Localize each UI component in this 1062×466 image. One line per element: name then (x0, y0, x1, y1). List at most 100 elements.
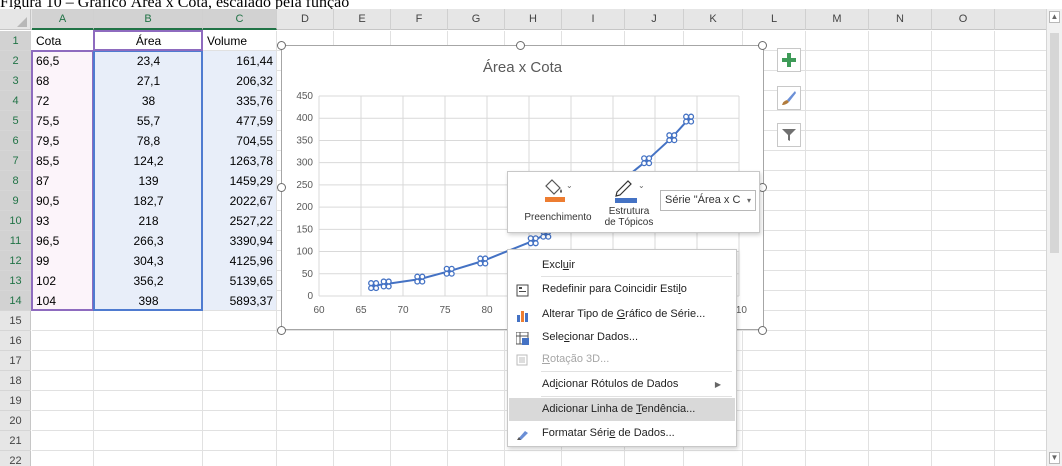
data-cell[interactable]: 23,4 (94, 51, 203, 71)
data-cell[interactable]: 356,2 (94, 271, 203, 291)
data-point-marker[interactable] (527, 235, 539, 247)
row-header-17[interactable]: 17 (0, 351, 31, 371)
resize-handle-top[interactable] (516, 41, 525, 50)
header-cell[interactable]: Volume (203, 31, 277, 51)
row-header-8[interactable]: 8 (0, 171, 31, 191)
outline-button-label-1[interactable]: Estrutura (598, 206, 660, 217)
row-header-11[interactable]: 11 (0, 231, 31, 251)
row-header-22[interactable]: 22 (0, 451, 31, 466)
fill-bucket-icon[interactable]: ⌄ (544, 178, 576, 204)
scroll-up-icon[interactable]: ▲ (1049, 11, 1060, 23)
row-header-3[interactable]: 3 (0, 71, 31, 91)
column-header-n[interactable]: N (869, 9, 932, 30)
data-cell[interactable]: 218 (94, 211, 203, 231)
context-menu-item[interactable]: Redefinir para Coincidir Estilo (509, 278, 735, 301)
data-point-marker[interactable] (666, 132, 678, 144)
column-header-l[interactable]: L (743, 9, 806, 30)
row-header-5[interactable]: 5 (0, 111, 31, 131)
context-menu-item[interactable]: Formatar Série de Dados... (509, 422, 735, 445)
data-cell[interactable]: 104 (32, 291, 94, 311)
row-header-4[interactable]: 4 (0, 91, 31, 111)
data-cell[interactable]: 4125,96 (203, 251, 277, 271)
data-cell[interactable]: 66,5 (32, 51, 94, 71)
row-header-15[interactable]: 15 (0, 311, 31, 331)
chart-styles-button[interactable] (777, 86, 801, 110)
data-cell[interactable]: 79,5 (32, 131, 94, 151)
row-header-10[interactable]: 10 (0, 211, 31, 231)
vertical-scrollbar[interactable]: ▲ ▼ (1046, 9, 1062, 466)
data-point-marker[interactable] (414, 273, 426, 285)
row-header-13[interactable]: 13 (0, 271, 31, 291)
data-point-marker[interactable] (380, 278, 392, 290)
data-cell[interactable]: 68 (32, 71, 94, 91)
column-header-m[interactable]: M (806, 9, 869, 30)
column-header-g[interactable]: G (448, 9, 505, 30)
data-cell[interactable]: 398 (94, 291, 203, 311)
data-cell[interactable]: 5139,65 (203, 271, 277, 291)
context-menu-item[interactable]: Adicionar Rótulos de Dados ▶ (509, 373, 735, 396)
row-header-2[interactable]: 2 (0, 51, 31, 71)
row-header-14[interactable]: 14 (0, 291, 31, 311)
row-header-12[interactable]: 12 (0, 251, 31, 271)
column-header-f[interactable]: F (391, 9, 448, 30)
row-header-16[interactable]: 16 (0, 331, 31, 351)
row-header-19[interactable]: 19 (0, 391, 31, 411)
row-header-21[interactable]: 21 (0, 431, 31, 451)
data-cell[interactable]: 38 (94, 91, 203, 111)
outline-button-label-2[interactable]: de Tópicos (598, 217, 660, 228)
data-cell[interactable]: 206,32 (203, 71, 277, 91)
chart-filters-button[interactable] (777, 123, 801, 147)
column-header-k[interactable]: K (684, 9, 743, 30)
data-cell[interactable]: 1263,78 (203, 151, 277, 171)
data-cell[interactable]: 1459,29 (203, 171, 277, 191)
data-cell[interactable]: 124,2 (94, 151, 203, 171)
data-cell[interactable]: 27,1 (94, 71, 203, 91)
column-header-i[interactable]: I (562, 9, 625, 30)
scroll-thumb[interactable] (1050, 33, 1059, 253)
row-header-6[interactable]: 6 (0, 131, 31, 151)
data-cell[interactable]: 3390,94 (203, 231, 277, 251)
data-point-marker[interactable] (683, 113, 695, 125)
data-cell[interactable]: 78,8 (94, 131, 203, 151)
header-cell[interactable]: Cota (32, 31, 94, 51)
column-header-c[interactable]: C (203, 9, 277, 30)
context-menu-item[interactable]: Adicionar Linha de Tendência... (509, 398, 735, 421)
data-cell[interactable]: 75,5 (32, 111, 94, 131)
resize-handle-bottom-left[interactable] (277, 326, 286, 335)
data-cell[interactable]: 55,7 (94, 111, 203, 131)
resize-handle-left[interactable] (277, 183, 286, 192)
context-menu-item[interactable]: Excluir (509, 254, 735, 277)
resize-handle-bottom-right[interactable] (758, 326, 767, 335)
data-cell[interactable]: 87 (32, 171, 94, 191)
data-point-marker[interactable] (641, 155, 653, 167)
row-header-18[interactable]: 18 (0, 371, 31, 391)
data-cell[interactable]: 477,59 (203, 111, 277, 131)
data-cell[interactable]: 139 (94, 171, 203, 191)
data-cell[interactable]: 96,5 (32, 231, 94, 251)
outline-pencil-icon[interactable]: ⌄ (614, 178, 648, 204)
data-point-marker[interactable] (443, 265, 455, 277)
context-menu-item[interactable]: Selecionar Dados... (509, 326, 735, 349)
resize-handle-top-right[interactable] (758, 41, 767, 50)
data-cell[interactable]: 304,3 (94, 251, 203, 271)
data-cell[interactable]: 2527,22 (203, 211, 277, 231)
scroll-down-icon[interactable]: ▼ (1049, 452, 1060, 464)
header-cell[interactable]: Área (94, 31, 203, 51)
row-header-9[interactable]: 9 (0, 191, 31, 211)
data-point-marker[interactable] (368, 280, 380, 292)
data-cell[interactable]: 161,44 (203, 51, 277, 71)
data-cell[interactable]: 99 (32, 251, 94, 271)
data-cell[interactable]: 5893,37 (203, 291, 277, 311)
chart-elements-button[interactable] (777, 48, 801, 72)
data-cell[interactable]: 2022,67 (203, 191, 277, 211)
row-header-20[interactable]: 20 (0, 411, 31, 431)
fill-button-label[interactable]: Preenchimento (516, 212, 600, 223)
column-header-j[interactable]: J (625, 9, 684, 30)
column-header-h[interactable]: H (505, 9, 562, 30)
data-point-marker[interactable] (477, 255, 489, 267)
context-menu-item[interactable]: Alterar Tipo de Gráfico de Série... (509, 303, 735, 326)
column-header-e[interactable]: E (334, 9, 391, 30)
data-cell[interactable]: 102 (32, 271, 94, 291)
select-all-button[interactable] (0, 9, 31, 30)
column-header-b[interactable]: B (94, 9, 203, 30)
